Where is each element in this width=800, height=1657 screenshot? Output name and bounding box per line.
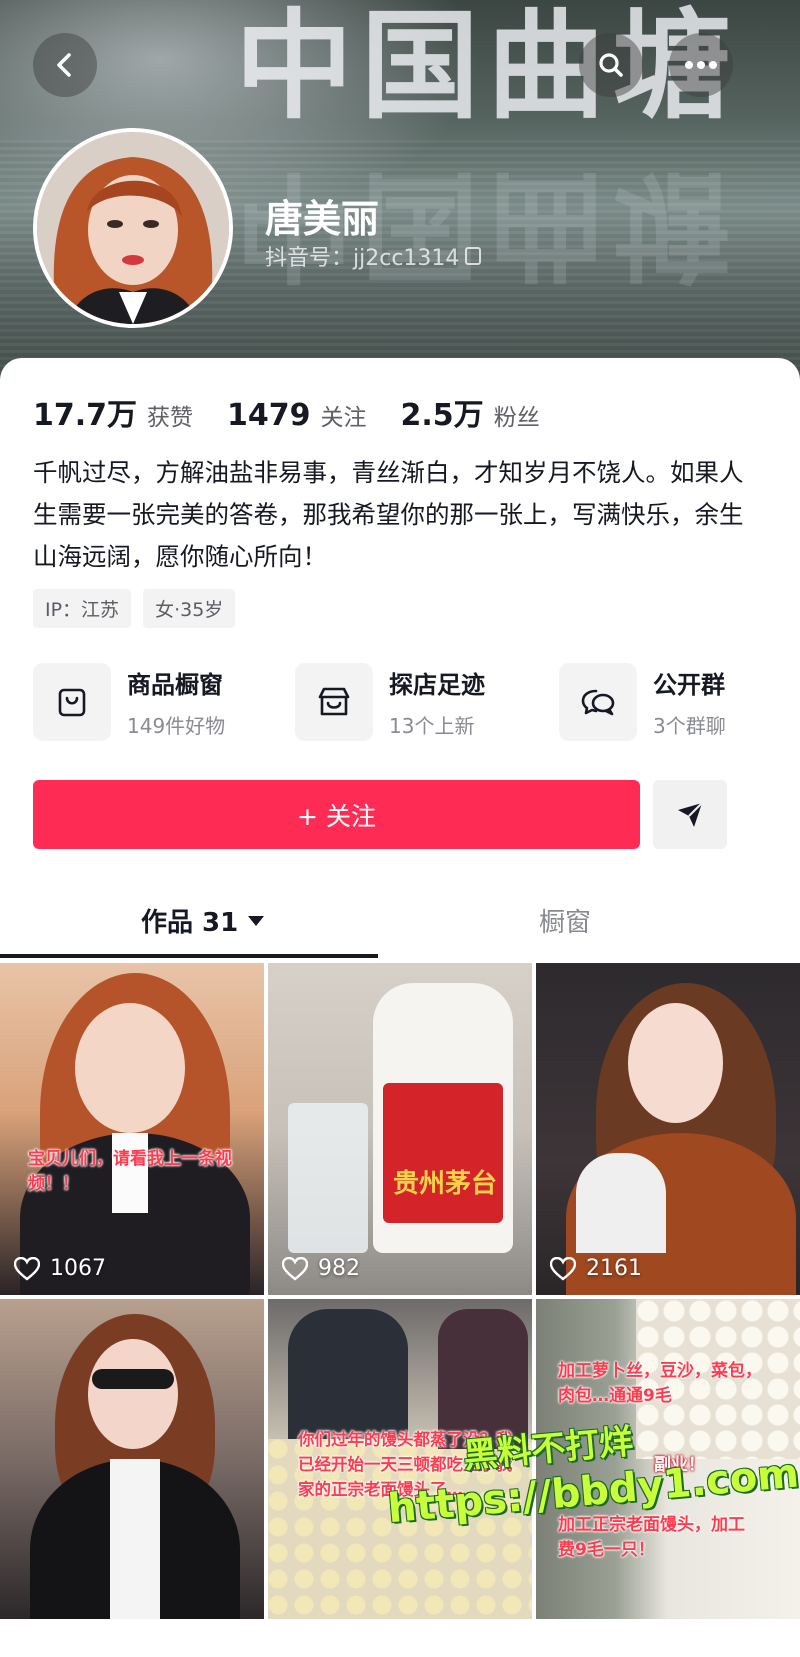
feature-subtitle: 149件好物 [127,714,226,738]
tab-works-label: 作品 31 [141,908,239,938]
video-likes: 2161 [550,1256,642,1281]
ellipsis-icon [685,61,717,69]
video-thumbnail-image [88,1339,178,1449]
feature-shop-window[interactable]: 商品橱窗 149件好物 [33,663,225,741]
feature-subtitle: 13个上新 [389,714,475,738]
video-tile[interactable]: 宝贝儿们，请看我上一条视频！！ 1067 [0,963,264,1295]
stat-following[interactable]: 1479 关注 [227,398,367,433]
glass-image [288,1103,368,1253]
video-caption-tertiary: 加工正宗老面馒头，加工费9毛一只！ [558,1515,745,1560]
store-icon [318,687,350,716]
stat-label: 关注 [320,405,367,431]
video-likes: 1067 [14,1256,106,1281]
tag-gender-age: 女·35岁 [143,589,236,628]
douyin-id-text: 抖音号：jj2cc1314 [265,246,460,271]
stat-followers[interactable]: 2.5万 粉丝 [401,390,540,434]
bottle-label: 贵州茅台 [393,1169,498,1199]
video-caption: 加工萝卜丝，豆沙，菜包，肉包…通通9毛 [558,1361,762,1406]
video-tile[interactable] [0,1299,264,1619]
more-options-button[interactable] [669,33,733,97]
follow-button[interactable]: + 关注 [33,780,640,849]
stats-row: 17.7万 获赞 1479 关注 2.5万 粉丝 [33,390,574,434]
send-icon [678,801,703,827]
feature-store-visits[interactable]: 探店足迹 13个上新 [295,663,485,741]
avatar[interactable] [33,128,233,328]
stat-likes[interactable]: 17.7万 获赞 [33,390,193,434]
shopping-bag-icon [58,688,86,717]
tag-ip-location: IP：江苏 [33,589,132,628]
share-button[interactable] [653,780,727,849]
video-tile[interactable]: 贵州茅台 982 [268,963,532,1295]
tab-shop-label: 橱窗 [539,908,592,938]
back-button[interactable] [33,33,97,97]
tab-works[interactable]: 作品 31 [141,902,265,939]
video-likes: 982 [282,1256,360,1281]
search-icon [599,53,623,77]
feature-public-groups[interactable]: 公开群 3个群聊 [559,663,726,741]
profile-bio: 千帆过尽，方解油盐非易事，青丝渐白，才知岁月不饶人。如果人生需要一张完美的答卷，… [33,458,744,571]
feature-entries: 商品橱窗 149件好物 探店足迹 13个上新 公开群 3个群聊 [33,663,773,743]
stat-value: 1479 [227,398,311,433]
feature-title: 公开群 [653,671,725,699]
profile-name: 唐美丽 [265,197,380,241]
video-like-count: 2161 [586,1256,642,1281]
chat-bubbles-icon [581,689,615,716]
video-thumbnail-image [628,1003,723,1123]
caret-down-icon [248,915,265,926]
douyin-id-row[interactable]: 抖音号：jj2cc1314 [265,240,482,272]
feature-title: 商品橱窗 [127,671,223,699]
feature-subtitle: 3个群聊 [653,714,726,738]
video-like-count: 1067 [50,1256,106,1281]
banner-sign-text: 中国曲塘 [235,0,740,135]
heart-icon [282,1256,308,1281]
feature-title: 探店足迹 [389,671,485,699]
content-tabs: 作品 31 橱窗 [0,888,800,962]
profile-banner: 中国曲塘 中国曲塘 唐美丽 抖音号：jj2cc1314 [0,0,800,400]
video-tile[interactable]: 2161 [536,963,800,1295]
stat-label: 获赞 [147,405,194,431]
copy-icon[interactable] [465,247,482,265]
video-thumbnail-image [75,1003,185,1133]
sunglasses-image [92,1369,174,1389]
avatar-portrait-image [37,132,229,324]
tab-active-indicator [0,954,378,958]
stat-label: 粉丝 [493,405,540,431]
video-like-count: 982 [318,1256,360,1281]
heart-icon [550,1256,576,1281]
heart-icon [14,1256,40,1281]
tab-shop-window[interactable]: 橱窗 [539,902,591,939]
stat-value: 17.7万 [33,398,138,433]
search-button[interactable] [579,33,643,97]
stat-value: 2.5万 [400,398,484,433]
video-caption: 宝贝儿们，请看我上一条视频！！ [28,1149,232,1194]
chevron-left-icon [57,53,71,77]
profile-tags: IP：江苏 女·35岁 [33,589,236,628]
